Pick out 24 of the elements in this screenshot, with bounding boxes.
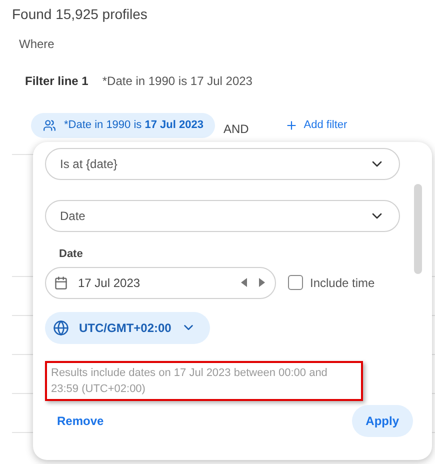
date-label: Date	[59, 247, 83, 262]
apply-button[interactable]: Apply	[352, 404, 413, 436]
add-filter-link[interactable]: Add filter	[284, 116, 348, 134]
filter-line-label: Filter line 1	[25, 73, 88, 90]
people-icon	[43, 118, 56, 132]
where-label: Where	[19, 36, 54, 53]
next-icon	[259, 278, 265, 287]
filter-chip[interactable]: *Date in 1990 is 17 Jul 2023	[31, 112, 216, 138]
globe-icon	[53, 320, 69, 336]
condition-select[interactable]: Is at {date}	[45, 148, 400, 180]
timezone-select[interactable]: UTC/GMT+02:00	[45, 312, 210, 344]
scrollbar-thumb[interactable]	[414, 184, 422, 274]
and-operator: AND	[223, 121, 249, 138]
previous-icon	[241, 278, 247, 287]
result-count: Found 15,925 profiles	[12, 5, 148, 24]
date-field[interactable]: 17 Jul 2023	[45, 266, 276, 298]
type-select[interactable]: Date	[45, 200, 400, 232]
include-time-label: Include time	[310, 274, 375, 292]
results-note: Results include dates on 17 Jul 2023 between 00:00 and 23:59 (UTC+02:00)	[45, 360, 363, 400]
include-time-checkbox[interactable]	[288, 275, 303, 290]
filter-line-value: *Date in 1990 is 17 Jul 2023	[102, 73, 252, 90]
plus-icon	[284, 118, 298, 132]
remove-button[interactable]: Remove	[57, 412, 104, 430]
calendar-icon	[54, 276, 68, 290]
